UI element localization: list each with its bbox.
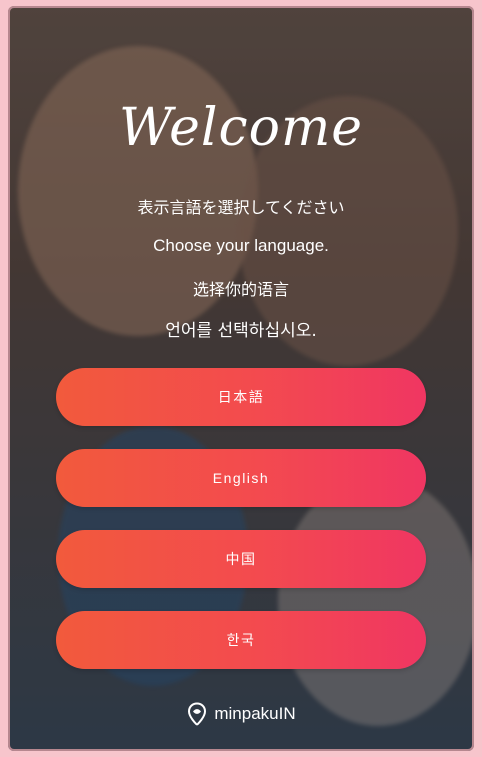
brand-name: minpakuIN — [214, 704, 296, 723]
instruction-chinese: 选择你的语言 — [192, 280, 289, 299]
language-button-chinese[interactable]: 中国 — [56, 530, 426, 588]
instruction-korean: 언어를 선택하십시오. — [165, 321, 317, 341]
welcome-title: Welcome — [118, 98, 364, 158]
language-button-english[interactable]: English — [56, 449, 426, 507]
instruction-english: Choose your language. — [153, 236, 329, 255]
app-screen: Welcome 表示言語を選択してください Choose your langua… — [8, 6, 474, 751]
map-pin-icon — [188, 702, 207, 726]
language-button-japanese[interactable]: 日本語 — [56, 368, 426, 426]
brand-logo: minpakuIN — [8, 702, 474, 726]
language-button-korean[interactable]: 한국 — [56, 611, 426, 669]
instruction-japanese: 表示言語を選択してください — [137, 198, 345, 217]
